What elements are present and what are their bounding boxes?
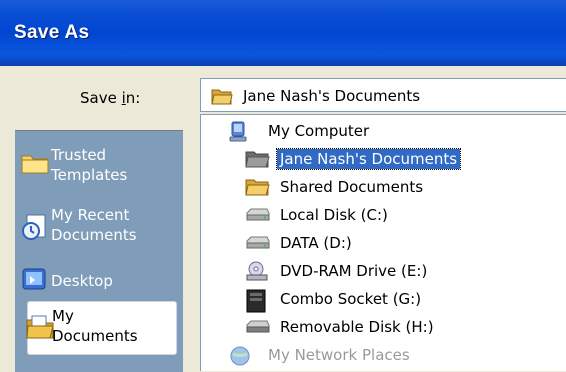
list-item-label: Jane Nash's Documents [275,148,462,170]
removable-disk-icon [245,317,271,341]
folder-open-icon [245,177,271,201]
place-label-line1: My Recent [51,206,130,224]
dvd-drive-icon [245,261,271,287]
computer-icon [229,121,253,147]
hard-drive-icon [245,233,271,257]
hard-drive-icon [245,205,271,229]
save-in-label: Save in: [80,89,141,107]
desktop-icon [21,267,49,297]
place-my-recent-documents[interactable]: My Recent Documents [15,201,183,251]
list-item-label: Local Disk (C:) [280,206,388,224]
list-item-label: Combo Socket (G:) [280,290,422,308]
place-label-line2: Documents [52,327,138,345]
place-label-line1: My [52,307,74,325]
places-bar: Trusted Templates My Recent Documents De… [15,130,183,372]
save-in-dropdown-list[interactable]: My Computer Jane Nash's Documents Shared… [200,114,566,371]
my-documents-icon [26,314,54,344]
place-label-line2: Templates [51,166,128,184]
place-label-line1: Trusted [51,146,107,164]
media-socket-icon [245,289,271,317]
list-item-label: DATA (D:) [280,234,352,252]
list-item-label: Shared Documents [280,178,424,196]
save-in-value: Jane Nash's Documents [243,87,421,105]
list-item-label: My Network Places [268,346,410,364]
list-item-label: My Computer [268,122,370,140]
place-label: Desktop [51,272,113,290]
folder-open-icon [211,86,233,110]
list-item-label: DVD-RAM Drive (E:) [280,262,428,280]
place-trusted-templates[interactable]: Trusted Templates [15,141,183,191]
folder-icon [21,151,49,179]
save-in-combobox[interactable]: Jane Nash's Documents [200,78,566,112]
place-label-line2: Documents [51,226,137,244]
title-bar[interactable]: Save As [0,0,566,66]
window-title: Save As [14,22,90,43]
place-desktop[interactable]: Desktop [15,261,183,301]
place-my-documents[interactable]: My Documents [26,301,177,355]
network-places-icon [229,345,255,371]
list-item-label: Removable Disk (H:) [280,318,434,336]
save-as-dialog: Save in: Jane Nash's Documents Trusted T… [0,66,566,372]
recent-documents-icon [21,213,49,245]
folder-open-icon [245,149,271,173]
